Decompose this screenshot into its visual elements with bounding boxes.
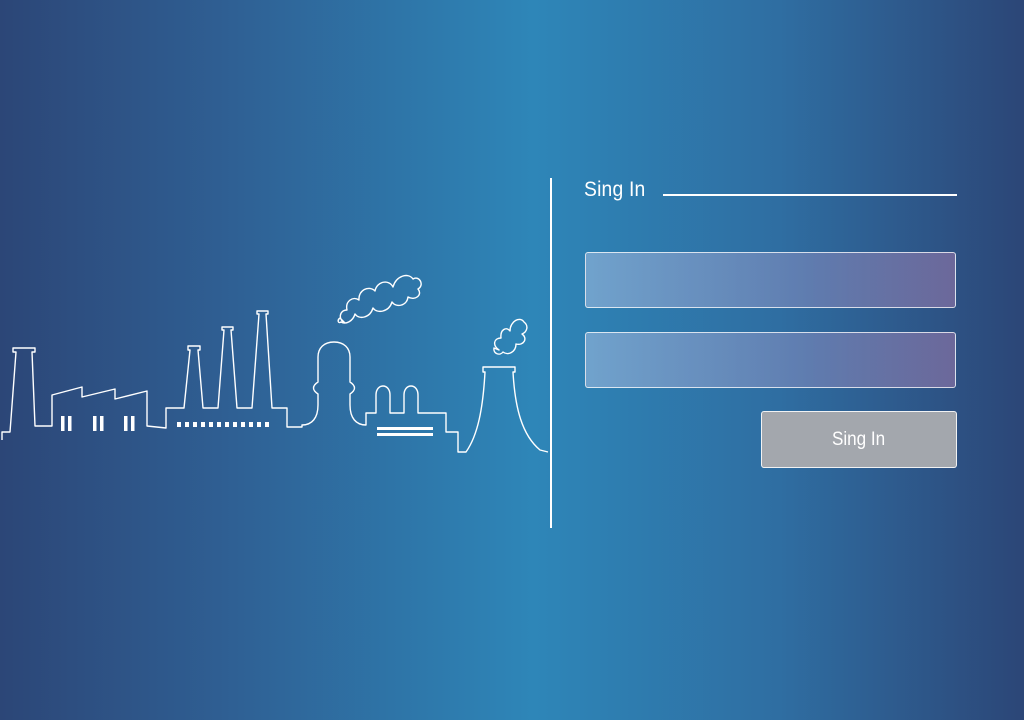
form-title: Sing In (584, 178, 646, 201)
industrial-skyline-illustration (1, 274, 549, 453)
password-input[interactable] (585, 332, 956, 388)
sign-in-form: Sing In Sing In (584, 170, 958, 470)
sign-in-button[interactable]: Sing In (761, 411, 957, 468)
skyline-outline (1, 310, 549, 453)
vertical-divider (550, 178, 552, 528)
smoke-cloud (337, 274, 422, 324)
form-header: Sing In (584, 174, 958, 206)
sign-in-button-label: Sing In (832, 428, 886, 450)
cooling-tower-steam (493, 318, 528, 355)
username-input[interactable] (585, 252, 956, 308)
title-rule (663, 194, 957, 196)
